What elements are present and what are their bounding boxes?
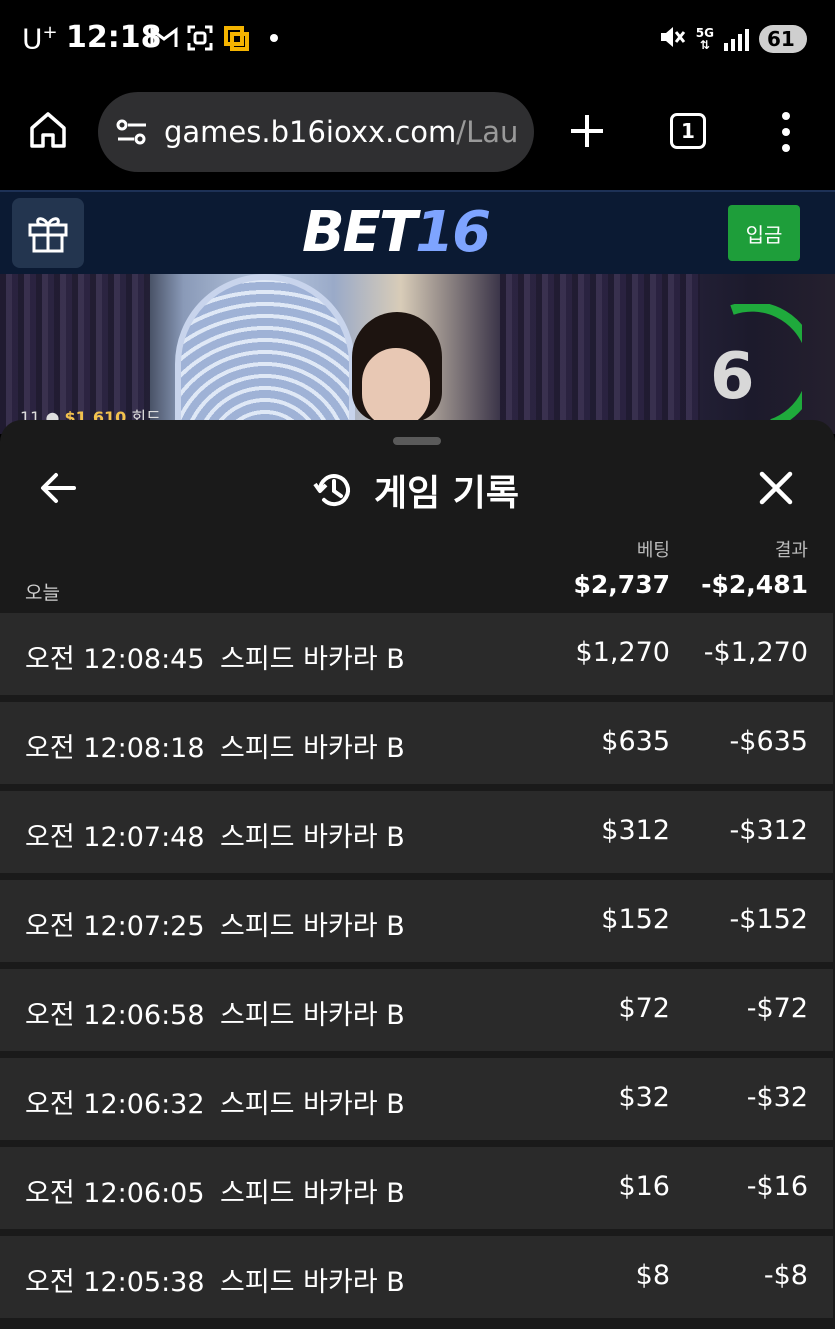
row-game: 스피드 바카라 B [220,1089,405,1120]
sheet-title: 게임 기록 [312,464,519,516]
drag-handle[interactable] [393,437,441,445]
app-notification-icon [222,24,250,52]
row-bet: $312 [601,815,670,846]
row-bet: $152 [601,904,670,935]
history-row[interactable]: 오전 12:06:58 스피드 바카라 B $72 -$72 [0,969,833,1051]
battery-icon: 61 [759,25,807,53]
row-time: 오전 12:08:45 [25,644,205,675]
row-time: 오전 12:06:58 [25,1000,205,1031]
dealer-face [362,348,430,428]
gmail-icon [150,24,178,52]
row-result: -$72 [746,993,808,1024]
status-bar: U+ 12:18 5G ⇅ 61 [0,0,835,80]
row-result: -$1,270 [703,637,808,668]
url-text: games.b16ioxx.com/Lau [164,115,519,149]
gift-button[interactable] [12,198,84,268]
close-icon[interactable] [756,468,796,508]
summary-result-total: -$2,481 [701,570,808,599]
column-header-bet: 베팅 [636,540,670,561]
carrier-label: U+ [22,22,58,56]
bet16-logo[interactable]: BET16 [302,200,491,265]
row-result: -$312 [729,815,808,846]
history-list: 오전 12:08:45 스피드 바카라 B $1,270 -$1,270 오전 … [0,613,835,1325]
row-game: 스피드 바카라 B [220,911,405,942]
history-row[interactable]: 오전 12:06:32 스피드 바카라 B $32 -$32 [0,1058,833,1140]
row-game: 스피드 바카라 B [220,644,405,675]
row-result: -$32 [746,1082,808,1113]
history-row[interactable]: 오전 12:08:45 스피드 바카라 B $1,270 -$1,270 [0,613,833,695]
notification-icons [150,24,278,52]
new-tab-icon[interactable] [568,112,606,150]
curtain-right [500,274,700,434]
more-menu-icon[interactable] [780,112,792,152]
row-bet: $32 [618,1082,670,1113]
history-row[interactable]: 오전 12:05:38 스피드 바카라 B $8 -$8 [0,1236,833,1318]
column-header-result: 결과 [774,540,808,561]
signal-icon [724,27,749,51]
address-bar[interactable]: games.b16ioxx.com/Lau [98,92,534,172]
screenshot-icon [186,24,214,52]
title-text: 게임 기록 [374,473,520,514]
background-arch [175,274,355,434]
row-bet: $1,270 [575,637,670,668]
row-game: 스피드 바카라 B [220,1000,405,1031]
countdown-number: 6 [710,340,755,414]
game-history-sheet: 게임 기록 베팅 결과 오늘 $2,737 -$2,481 오전 12:08:4… [0,420,835,1329]
row-time: 오전 12:07:25 [25,911,205,942]
row-result: -$152 [729,904,808,935]
browser-toolbar: games.b16ioxx.com/Lau 1 [0,80,835,190]
row-bet: $16 [618,1171,670,1202]
row-bet: $635 [601,726,670,757]
row-result: -$16 [746,1171,808,1202]
gift-icon [28,217,68,253]
row-result: -$635 [729,726,808,757]
row-result: -$8 [763,1260,808,1291]
live-video: 6 11 ● $1,610 회드 [0,274,835,434]
more-notifications-dot [270,34,278,42]
site-settings-icon[interactable] [114,114,150,150]
tab-switcher-button[interactable]: 1 [670,113,706,149]
row-game: 스피드 바카라 B [220,1267,405,1298]
history-row[interactable]: 오전 12:07:25 스피드 바카라 B $152 -$152 [0,880,833,962]
row-game: 스피드 바카라 B [220,1178,405,1209]
history-icon [313,474,350,507]
row-bet: $8 [635,1260,670,1291]
history-row[interactable]: 오전 12:08:18 스피드 바카라 B $635 -$635 [0,702,833,784]
row-bet: $72 [618,993,670,1024]
site-header: BET16 입금 [0,190,835,274]
deposit-button[interactable]: 입금 [728,205,800,261]
system-icons: 5G ⇅ 61 [658,24,807,54]
row-time: 오전 12:07:48 [25,822,205,853]
history-row[interactable]: 오전 12:06:05 스피드 바카라 B $16 -$16 [0,1147,833,1229]
home-icon[interactable] [28,110,68,154]
row-time: 오전 12:06:05 [25,1178,205,1209]
row-time: 오전 12:06:32 [25,1089,205,1120]
back-arrow-icon[interactable] [38,468,78,508]
mute-icon [658,24,686,54]
network-5g-icon: 5G ⇅ [695,26,714,52]
summary-label: 오늘 [25,582,60,604]
row-game: 스피드 바카라 B [220,733,405,764]
summary-bet-total: $2,737 [573,570,670,599]
history-row[interactable]: 오전 12:07:48 스피드 바카라 B $312 -$312 [0,791,833,873]
row-game: 스피드 바카라 B [220,822,405,853]
row-time: 오전 12:05:38 [25,1267,205,1298]
row-time: 오전 12:08:18 [25,733,205,764]
clock: 12:18 [66,20,162,55]
